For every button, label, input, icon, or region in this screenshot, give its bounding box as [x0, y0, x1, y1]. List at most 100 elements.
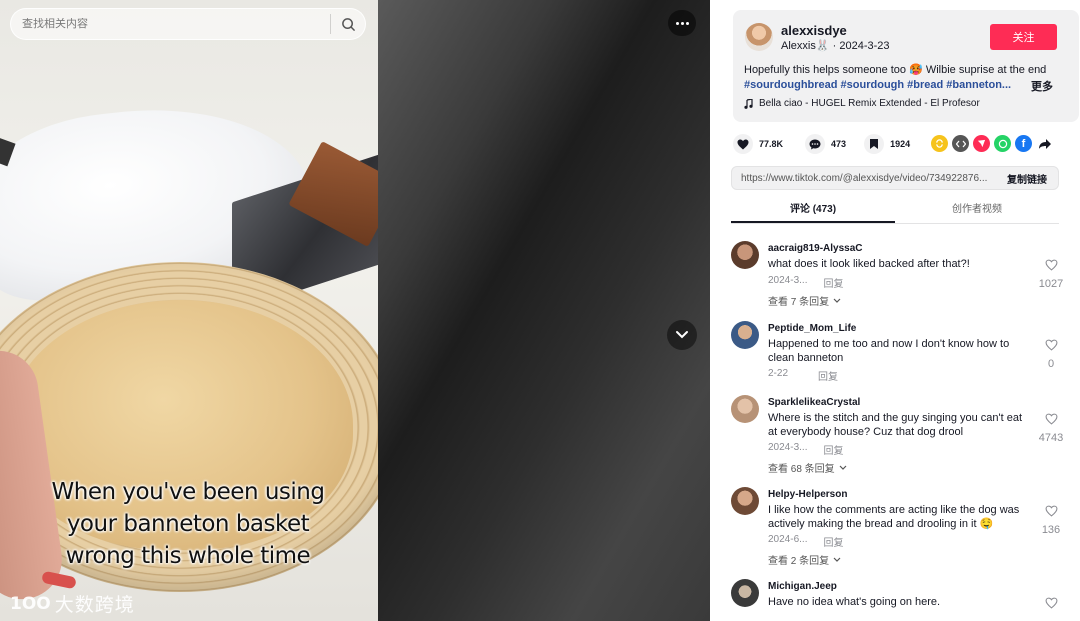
view-replies[interactable]: 查看 68 条回复 [768, 460, 847, 475]
save-icon-wrap [864, 134, 885, 154]
commenter-avatar[interactable] [731, 487, 759, 515]
send-icon[interactable] [973, 135, 990, 152]
more-link[interactable]: 更多 [1031, 78, 1053, 94]
comment-button[interactable]: 473 [805, 134, 846, 154]
search-icon [341, 17, 355, 31]
comment-item: Helpy-Helperson I like how the comments … [731, 486, 1071, 578]
author-username[interactable]: alexxisdye [781, 23, 847, 38]
chevron-down-icon [833, 557, 841, 562]
whatsapp-glyph [998, 139, 1007, 148]
view-replies[interactable]: 查看 2 条回复 [768, 552, 841, 567]
comment-meta: 2024-6... 回复 [768, 534, 843, 549]
copy-link-button[interactable]: 复制链接 [996, 171, 1058, 186]
author-avatar[interactable] [745, 23, 773, 51]
video-backdrop [378, 0, 710, 621]
comment-like[interactable]: 136 [1036, 504, 1066, 536]
comment-meta: 2024-3... 回复 [768, 275, 843, 290]
next-video-button[interactable] [667, 320, 697, 350]
comment-like[interactable] [1036, 596, 1066, 614]
comment-like[interactable]: 4743 [1036, 412, 1066, 444]
post-info-card: alexxisdye Alexxis🐰 · 2024-3-23 关注 Hopef… [733, 10, 1079, 122]
comment-meta: 2024-3... 回复 [768, 442, 843, 457]
reply-button[interactable]: 回复 [823, 534, 843, 549]
comment-text: what does it look liked backed after tha… [768, 258, 970, 270]
comment-item: Peptide_Mom_Life Happened to me too and … [731, 320, 1071, 394]
embed-icon[interactable] [952, 135, 969, 152]
video-player[interactable]: When you've been using your banneton bas… [0, 0, 378, 621]
commenter-name[interactable]: Michigan.Jeep [768, 581, 837, 592]
commenter-avatar[interactable] [731, 395, 759, 423]
share-arrow-glyph [1038, 138, 1051, 149]
dot-icon [680, 21, 684, 25]
more-options-button[interactable] [668, 10, 696, 36]
comment-date: 2-22 [768, 368, 789, 379]
send-glyph [977, 139, 986, 148]
save-button[interactable]: 1924 [864, 134, 910, 154]
comment-count: 473 [831, 139, 847, 149]
author-nickname: Alexxis🐰 · 2024-3-23 [781, 39, 890, 52]
commenter-name[interactable]: aacraig819-AlyssaC [768, 243, 863, 254]
view-replies-label: 查看 68 条回复 [768, 464, 835, 475]
view-replies-label: 查看 2 条回复 [768, 556, 830, 567]
dot-icon [675, 21, 679, 25]
reply-button[interactable]: 回复 [823, 275, 843, 290]
comment-like-count: 1027 [1038, 278, 1064, 290]
tab-comments[interactable]: 评论 (473) [731, 196, 895, 223]
comment-icon [809, 139, 821, 149]
watermark: 1OO 大数跨境 [10, 590, 135, 617]
search-button[interactable] [331, 9, 365, 39]
watermark-text: 大数跨境 [54, 595, 135, 616]
comment-text: Happened to me too and now I don't know … [768, 338, 1010, 364]
reply-button[interactable]: 回复 [818, 368, 838, 383]
hashtags[interactable]: #sourdoughbread #sourdough #bread #banne… [744, 79, 1011, 91]
music-note-icon [744, 98, 753, 109]
watermark-logo: 1OO [10, 593, 51, 614]
whatsapp-icon[interactable] [994, 135, 1011, 152]
heart-outline-icon [1045, 339, 1057, 351]
chevron-down-icon [839, 465, 847, 470]
panel-tabs: 评论 (473) 创作者视频 [731, 196, 1059, 224]
post-date: 2024-3-23 [839, 40, 890, 52]
comment-item: Michigan.Jeep Have no idea what's going … [731, 578, 1071, 621]
music-link[interactable]: Bella ciao - HUGEL Remix Extended - El P… [744, 98, 980, 109]
comment-like[interactable]: 0 [1036, 338, 1066, 370]
reply-button[interactable]: 回复 [823, 442, 843, 457]
follow-button[interactable]: 关注 [990, 24, 1057, 50]
repost-icon[interactable] [931, 135, 948, 152]
save-count: 1924 [890, 139, 911, 149]
info-panel: alexxisdye Alexxis🐰 · 2024-3-23 关注 Hopef… [710, 0, 1080, 621]
share-arrow-icon[interactable] [1036, 135, 1053, 152]
comment-text: Have no idea what's going on here. [768, 596, 941, 608]
search-bar[interactable] [10, 8, 366, 40]
comment-item: aacraig819-AlyssaC what does it look lik… [731, 240, 1071, 320]
dot-icon [685, 21, 689, 25]
search-input[interactable] [11, 18, 330, 30]
comment-icon-wrap [805, 134, 826, 154]
commenter-avatar[interactable] [731, 321, 759, 349]
video-url[interactable]: https://www.tiktok.com/@alexxisdye/video… [732, 173, 996, 184]
comment-like[interactable]: 1027 [1036, 258, 1066, 290]
facebook-icon[interactable]: f [1015, 135, 1032, 152]
comment-meta: 2-22 回复 [768, 368, 838, 383]
repost-glyph [936, 139, 943, 148]
share-icons: f [931, 135, 1053, 152]
embed-glyph [955, 140, 966, 147]
commenter-avatar[interactable] [731, 241, 759, 269]
tab-creator-videos[interactable]: 创作者视频 [895, 196, 1059, 223]
view-replies-label: 查看 7 条回复 [768, 297, 830, 308]
comment-text: I like how the comments are acting like … [768, 504, 1020, 530]
view-replies[interactable]: 查看 7 条回复 [768, 293, 841, 308]
like-icon-wrap [733, 134, 753, 154]
commenter-avatar[interactable] [731, 579, 759, 607]
heart-icon [737, 139, 749, 149]
heart-outline-icon [1045, 505, 1057, 517]
commenter-name[interactable]: Helpy-Helperson [768, 489, 847, 500]
commenter-name[interactable]: SparklelikeaCrystal [768, 397, 860, 408]
comment-date: 2024-3... [768, 275, 808, 286]
bookmark-icon [870, 139, 879, 149]
comment-text: Where is the stitch and the guy singing … [768, 412, 1023, 438]
like-button[interactable]: 77.8K [733, 134, 783, 154]
comment-like-count: 4743 [1038, 432, 1064, 444]
comment-date: 2024-6... [768, 534, 808, 545]
commenter-name[interactable]: Peptide_Mom_Life [768, 323, 856, 334]
